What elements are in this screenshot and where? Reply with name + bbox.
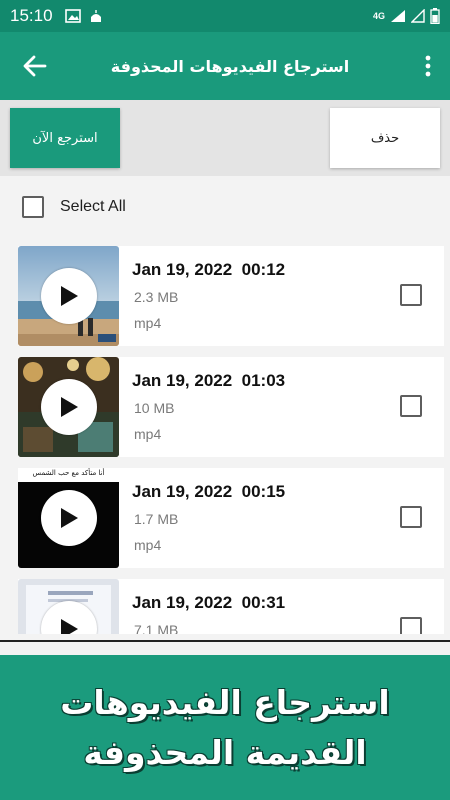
action-bar: استرجع الآن حذف xyxy=(0,100,450,176)
back-button[interactable] xyxy=(20,52,50,80)
select-all-label: Select All xyxy=(60,198,126,215)
restore-now-button[interactable]: استرجع الآن xyxy=(10,108,120,168)
image-icon xyxy=(64,9,81,23)
video-date: Jan 19, 2022 01:03 xyxy=(132,371,286,390)
video-checkbox[interactable] xyxy=(400,284,422,306)
play-icon xyxy=(61,397,78,417)
video-checkbox[interactable] xyxy=(400,395,422,417)
delete-button[interactable]: حذف xyxy=(330,108,440,168)
video-row[interactable]: Jan 19, 2022 00:31 7.1 MB xyxy=(18,579,444,634)
video-thumbnail[interactable] xyxy=(18,246,119,346)
more-vert-icon xyxy=(425,55,431,77)
play-button[interactable] xyxy=(41,490,97,546)
video-row[interactable]: Jan 19, 2022 01:03 10 MB mp4 xyxy=(18,357,444,457)
status-notification-icons xyxy=(64,9,104,23)
video-size: 10 MB xyxy=(134,400,175,416)
status-system-icons: 4G xyxy=(373,8,440,24)
signal-icon xyxy=(391,10,405,22)
arrow-back-icon xyxy=(23,55,47,77)
video-date: Jan 19, 2022 00:15 xyxy=(132,482,286,501)
play-icon xyxy=(61,508,78,528)
more-options-button[interactable] xyxy=(418,52,438,80)
video-row[interactable]: Jan 19, 2022 00:12 2.3 MB mp4 xyxy=(18,246,444,346)
thumbnail-caption: أنا متأكد مع حب الشمس xyxy=(32,469,105,477)
play-button[interactable] xyxy=(41,268,97,324)
network-type-label: 4G xyxy=(372,11,385,21)
select-all-checkbox[interactable] xyxy=(22,196,44,218)
video-size: 7.1 MB xyxy=(134,622,179,634)
promo-banner: استرجاع الفيديوهات القديمة المحذوفة xyxy=(0,655,450,800)
video-size: 2.3 MB xyxy=(134,289,179,305)
battery-icon xyxy=(430,8,440,24)
mosque-icon xyxy=(90,10,101,22)
select-all-row[interactable]: Select All xyxy=(22,194,126,220)
status-bar: 15:10 4G xyxy=(0,0,450,32)
divider xyxy=(0,640,450,642)
app-bar: استرجاع الفيديوهات المحذوفة xyxy=(0,32,450,100)
video-size: 1.7 MB xyxy=(134,511,179,527)
video-thumbnail[interactable] xyxy=(18,357,119,457)
promo-line-1: استرجاع الفيديوهات xyxy=(60,682,390,722)
delete-label: حذف xyxy=(370,130,400,146)
signal-icon-2 xyxy=(411,9,425,23)
play-icon xyxy=(61,619,78,634)
video-checkbox[interactable] xyxy=(400,617,422,634)
video-row[interactable]: أنا متأكد مع حب الشمس Jan 19, 2022 00:15… xyxy=(18,468,444,568)
video-format: mp4 xyxy=(134,315,162,331)
restore-now-label: استرجع الآن xyxy=(32,130,98,146)
video-thumbnail[interactable] xyxy=(18,579,119,634)
video-list[interactable]: Jan 19, 2022 00:12 2.3 MB mp4 Jan 19, 20… xyxy=(0,240,450,634)
play-button[interactable] xyxy=(41,379,97,435)
status-time: 15:10 xyxy=(10,6,53,25)
page-title: استرجاع الفيديوهات المحذوفة xyxy=(110,56,350,76)
video-format: mp4 xyxy=(134,537,162,553)
video-date: Jan 19, 2022 00:31 xyxy=(132,593,286,612)
video-thumbnail[interactable]: أنا متأكد مع حب الشمس xyxy=(18,468,119,568)
play-icon xyxy=(61,286,78,306)
promo-line-2: القديمة المحذوفة xyxy=(83,732,367,772)
video-date: Jan 19, 2022 00:12 xyxy=(132,260,286,279)
video-checkbox[interactable] xyxy=(400,506,422,528)
video-format: mp4 xyxy=(134,426,162,442)
